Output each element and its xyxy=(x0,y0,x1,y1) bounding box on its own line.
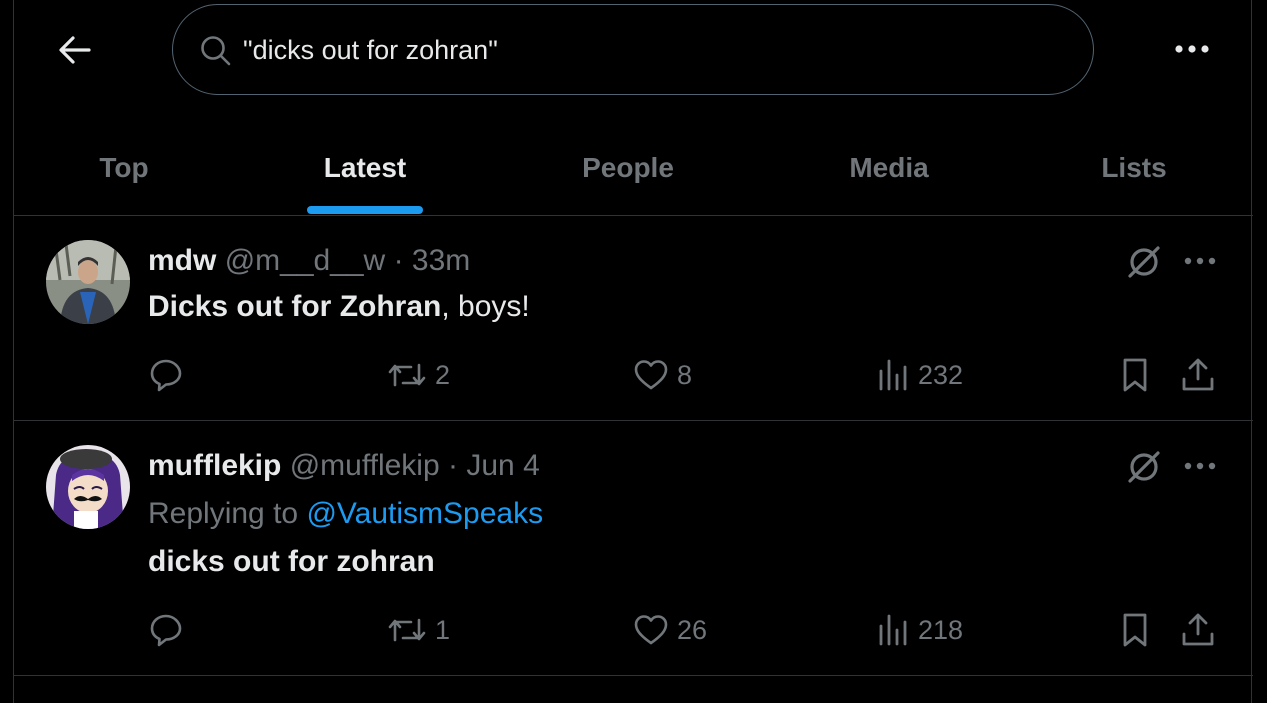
arrow-left-icon xyxy=(59,36,91,64)
separator-dot: · xyxy=(448,449,459,482)
tab-label: Top xyxy=(99,151,149,183)
views-button[interactable]: 232 xyxy=(876,357,963,393)
tab-people[interactable]: People xyxy=(514,120,742,215)
tab-media[interactable]: Media xyxy=(784,120,994,215)
view-count: 218 xyxy=(918,614,964,645)
user-handle[interactable]: @mufflekip xyxy=(290,449,440,482)
like-button[interactable]: 8 xyxy=(633,357,692,393)
tab-label: Latest xyxy=(323,151,407,183)
tweet-text: Dicks out for Zohran, boys! xyxy=(148,290,530,324)
analytics-icon xyxy=(879,614,907,646)
display-name[interactable]: mdw xyxy=(148,244,216,277)
search-tabs: Top Latest People Media Lists xyxy=(14,120,1253,216)
mention-link[interactable]: @VautismSpeaks xyxy=(306,497,543,530)
separator-dot: · xyxy=(393,244,404,277)
tweet[interactable]: mufflekip @mufflekip · Jun 4 Replying to… xyxy=(14,421,1253,676)
avatar[interactable] xyxy=(46,445,130,529)
repost-icon xyxy=(388,363,426,387)
reply-icon xyxy=(150,614,182,647)
search-box[interactable] xyxy=(172,4,1094,95)
bookmark-icon xyxy=(1123,613,1147,647)
repost-button[interactable]: 1 xyxy=(387,612,450,648)
share-button[interactable] xyxy=(1180,357,1216,393)
like-button[interactable]: 26 xyxy=(633,612,707,648)
reply-button[interactable] xyxy=(148,612,192,648)
user-handle[interactable]: @m__d__w xyxy=(225,244,386,277)
heart-icon xyxy=(634,360,668,390)
tab-latest[interactable]: Latest xyxy=(254,120,476,215)
tweet-more-button[interactable] xyxy=(1180,241,1220,281)
repost-button[interactable]: 2 xyxy=(387,357,450,393)
views-button[interactable]: 218 xyxy=(876,612,963,648)
reply-icon xyxy=(150,359,182,392)
tweet-text-bold: Dicks out for Zohran xyxy=(148,290,442,323)
timestamp[interactable]: 33m xyxy=(412,244,470,277)
search-icon xyxy=(201,36,231,66)
back-button[interactable] xyxy=(52,28,96,72)
share-icon xyxy=(1182,613,1214,646)
like-count: 26 xyxy=(677,614,708,645)
more-horizontal-icon xyxy=(1184,462,1216,470)
like-count: 8 xyxy=(677,359,693,390)
tweet-header: mufflekip @mufflekip · Jun 4 xyxy=(148,449,540,483)
bookmark-icon xyxy=(1123,358,1147,392)
tweet-text: dicks out for zohran xyxy=(148,545,435,579)
display-name[interactable]: mufflekip xyxy=(148,449,281,482)
more-horizontal-icon xyxy=(1184,257,1216,265)
replying-label: Replying to xyxy=(148,497,307,530)
tweet-more-button[interactable] xyxy=(1180,446,1220,486)
repost-icon xyxy=(388,618,426,642)
avatar[interactable] xyxy=(46,240,130,324)
share-button[interactable] xyxy=(1180,612,1216,648)
more-horizontal-icon xyxy=(1175,45,1209,53)
analytics-icon xyxy=(879,359,907,391)
tab-label: People xyxy=(582,151,674,183)
grok-icon[interactable] xyxy=(1124,242,1164,282)
tab-top[interactable]: Top xyxy=(14,120,234,215)
search-input[interactable] xyxy=(243,27,1063,73)
tweet-text-bold: dicks out for zohran xyxy=(148,545,435,578)
more-options-button[interactable] xyxy=(1171,28,1213,70)
reply-button[interactable] xyxy=(148,357,192,393)
tab-label: Lists xyxy=(1101,151,1167,183)
tab-label: Media xyxy=(849,151,929,183)
repost-count: 1 xyxy=(435,614,451,645)
repost-count: 2 xyxy=(435,359,451,390)
replying-to: Replying to @VautismSpeaks xyxy=(148,497,543,531)
bookmark-button[interactable] xyxy=(1118,357,1152,393)
tweet[interactable]: mdw @m__d__w · 33m Dicks out for Zohran,… xyxy=(14,216,1253,421)
tweet-text-rest: , boys! xyxy=(441,290,530,323)
bookmark-button[interactable] xyxy=(1118,612,1152,648)
active-tab-indicator xyxy=(307,206,423,214)
heart-icon xyxy=(634,615,668,645)
timeline-column: Top Latest People Media Lists mdw @m__d_… xyxy=(13,0,1253,703)
share-icon xyxy=(1182,358,1214,391)
grok-icon[interactable] xyxy=(1124,447,1164,487)
timestamp[interactable]: Jun 4 xyxy=(466,449,539,482)
tweet-header: mdw @m__d__w · 33m xyxy=(148,244,470,278)
view-count: 232 xyxy=(918,359,964,390)
tab-lists[interactable]: Lists xyxy=(1034,120,1234,215)
